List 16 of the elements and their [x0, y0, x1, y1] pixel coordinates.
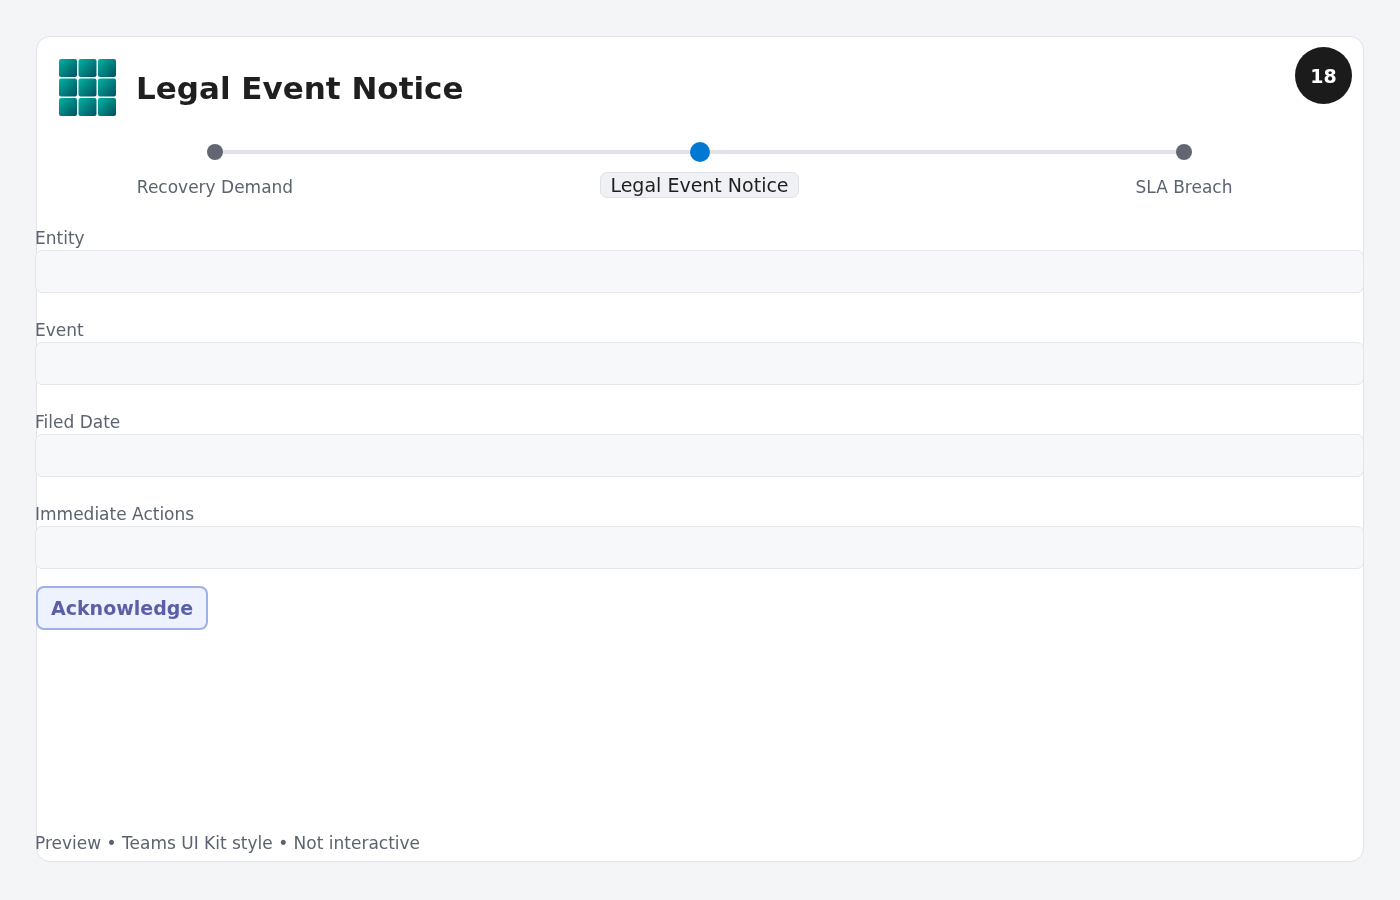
field-label: Event — [35, 320, 85, 342]
field-label: Entity — [35, 228, 86, 250]
page-title: Legal Event Notice — [136, 69, 465, 106]
count-badge: 18 — [1295, 47, 1352, 104]
input-field[interactable] — [35, 342, 1364, 385]
input-field[interactable] — [35, 250, 1364, 293]
step-label[interactable]: Legal Event Notice — [600, 172, 799, 198]
footer-note: Preview • Teams UI Kit style • Not interactive — [35, 833, 422, 853]
field-label: Filed Date — [35, 412, 122, 434]
step-label[interactable]: SLA Breach — [1125, 172, 1243, 202]
input-field[interactable] — [35, 526, 1364, 569]
input-field[interactable] — [35, 434, 1364, 477]
step-label[interactable]: Recovery Demand — [126, 172, 304, 202]
acknowledge-button[interactable]: Acknowledge — [36, 586, 209, 630]
field-label: Immediate Actions — [35, 504, 196, 526]
grid-logo-icon — [59, 59, 116, 116]
